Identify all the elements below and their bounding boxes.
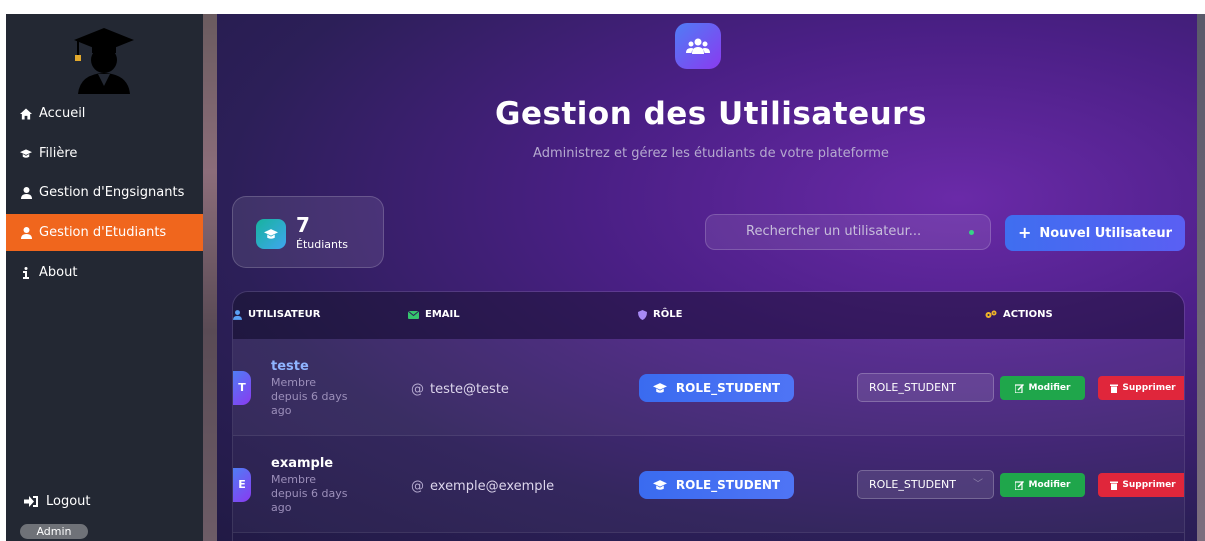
page-title: Gestion des Utilisateurs	[495, 96, 927, 132]
role-select-value: ROLE_STUDENT	[869, 478, 957, 491]
search-input[interactable]: Rechercher un utilisateur...	[705, 214, 991, 250]
member-since: Membre depuis 6 days ago	[271, 473, 348, 514]
sidebar-item-gestion-enseignants[interactable]: Gestion d'Engsignants	[6, 174, 203, 211]
cogs-icon	[985, 310, 997, 319]
new-user-button[interactable]: + Nouvel Utilisateur	[1005, 215, 1185, 251]
column-header-user: UTILISATEUR	[233, 309, 320, 320]
info-icon	[20, 266, 32, 279]
sidebar-item-accueil[interactable]: Accueil	[6, 95, 203, 132]
role-select[interactable]: ROLE_STUDENT	[857, 373, 994, 402]
user-icon	[20, 226, 32, 239]
edit-button[interactable]: Modifier	[1000, 376, 1085, 400]
sidebar-item-label: About	[39, 265, 78, 280]
avatar: E	[233, 468, 251, 502]
role-select-value: ROLE_STUDENT	[869, 381, 957, 394]
avatar: T	[233, 371, 251, 405]
users-icon	[675, 23, 721, 69]
home-icon	[20, 107, 32, 120]
sidebar-item-label: Accueil	[39, 106, 86, 121]
logout-label: Logout	[46, 494, 91, 509]
column-header-actions: ACTIONS	[985, 309, 1053, 320]
user-email: @ teste@teste	[411, 382, 509, 397]
search-placeholder: Rechercher un utilisateur...	[746, 224, 922, 239]
sidebar: Accueil Filière Gestion d'Engsignants Ge…	[6, 14, 203, 541]
email-text: teste@teste	[430, 382, 509, 397]
at-icon: @	[411, 382, 424, 397]
shield-icon	[638, 309, 647, 320]
table-row: T teste Membre depuis 6 days ago @ teste@…	[233, 339, 1184, 436]
edit-icon	[1014, 383, 1024, 393]
delete-label: Supprimer	[1122, 480, 1176, 490]
delete-button[interactable]: Supprimer	[1098, 376, 1184, 400]
page-subtitle: Administrez et gérez les étudiants de vo…	[533, 146, 889, 161]
edit-label: Modifier	[1028, 383, 1071, 393]
column-header-label: UTILISATEUR	[248, 309, 321, 320]
student-count-card: 7 Étudiants	[232, 196, 384, 268]
new-user-label: Nouvel Utilisateur	[1039, 225, 1173, 241]
column-header-label: EMAIL	[425, 309, 460, 320]
envelope-icon	[408, 310, 419, 319]
user-icon	[20, 186, 32, 199]
graduation-cap-icon	[652, 479, 667, 491]
email-text: exemple@exemple	[430, 479, 555, 494]
at-icon: @	[411, 479, 424, 494]
graduation-cap-icon	[20, 148, 32, 160]
edit-icon	[1014, 480, 1024, 490]
trash-icon	[1110, 384, 1119, 393]
trash-icon	[1110, 481, 1119, 490]
graduation-cap-icon	[652, 382, 667, 394]
role-text: ROLE_STUDENT	[675, 478, 781, 492]
app-frame: Accueil Filière Gestion d'Engsignants Ge…	[6, 14, 1205, 541]
table-row: E example Membre depuis 6 days ago @ exem…	[233, 436, 1184, 533]
chevron-down-icon: ﹀	[973, 479, 983, 490]
role-text: ROLE_STUDENT	[675, 381, 781, 395]
status-dot-icon	[969, 230, 974, 235]
user-name: example	[271, 456, 334, 471]
sidebar-item-label: Gestion d'Engsignants	[39, 185, 185, 200]
right-edge-decoration	[1197, 14, 1205, 541]
plus-icon: +	[1017, 223, 1032, 242]
users-table: UTILISATEUR EMAIL RÔLE ACTIONS T teste M…	[232, 291, 1185, 541]
sidebar-item-filiere[interactable]: Filière	[6, 135, 203, 172]
edit-label: Modifier	[1028, 480, 1071, 490]
main-content: Gestion des Utilisateurs Administrez et …	[217, 14, 1205, 541]
column-header-role: RÔLE	[638, 309, 682, 320]
student-count: 7	[296, 213, 310, 237]
student-count-label: Étudiants	[296, 238, 349, 251]
column-header-email: EMAIL	[408, 309, 460, 320]
sidebar-divider	[203, 14, 217, 541]
role-badge-admin: Admin	[20, 524, 88, 539]
sidebar-item-label: Filière	[39, 146, 78, 161]
user-icon	[233, 309, 242, 320]
logout-button[interactable]: Logout	[24, 494, 91, 509]
role-badge: ROLE_STUDENT	[639, 374, 794, 402]
sidebar-item-about[interactable]: About	[6, 254, 203, 291]
column-header-label: RÔLE	[653, 309, 683, 320]
student-graduate-logo	[74, 28, 134, 94]
member-since: Membre depuis 6 days ago	[271, 376, 348, 417]
user-email: @ exemple@exemple	[411, 479, 554, 494]
graduation-cap-icon	[256, 219, 286, 249]
column-header-label: ACTIONS	[1003, 309, 1053, 320]
sidebar-item-label: Gestion d'Etudiants	[39, 225, 167, 240]
delete-label: Supprimer	[1122, 383, 1176, 393]
logout-icon	[24, 496, 38, 507]
delete-button[interactable]: Supprimer	[1098, 473, 1184, 497]
table-header: UTILISATEUR EMAIL RÔLE ACTIONS	[233, 292, 1184, 339]
role-select[interactable]: ROLE_STUDENT ﹀	[857, 470, 994, 499]
role-badge: ROLE_STUDENT	[639, 471, 794, 499]
user-name: teste	[271, 359, 309, 374]
sidebar-item-gestion-etudiants[interactable]: Gestion d'Etudiants	[6, 214, 203, 251]
edit-button[interactable]: Modifier	[1000, 473, 1085, 497]
